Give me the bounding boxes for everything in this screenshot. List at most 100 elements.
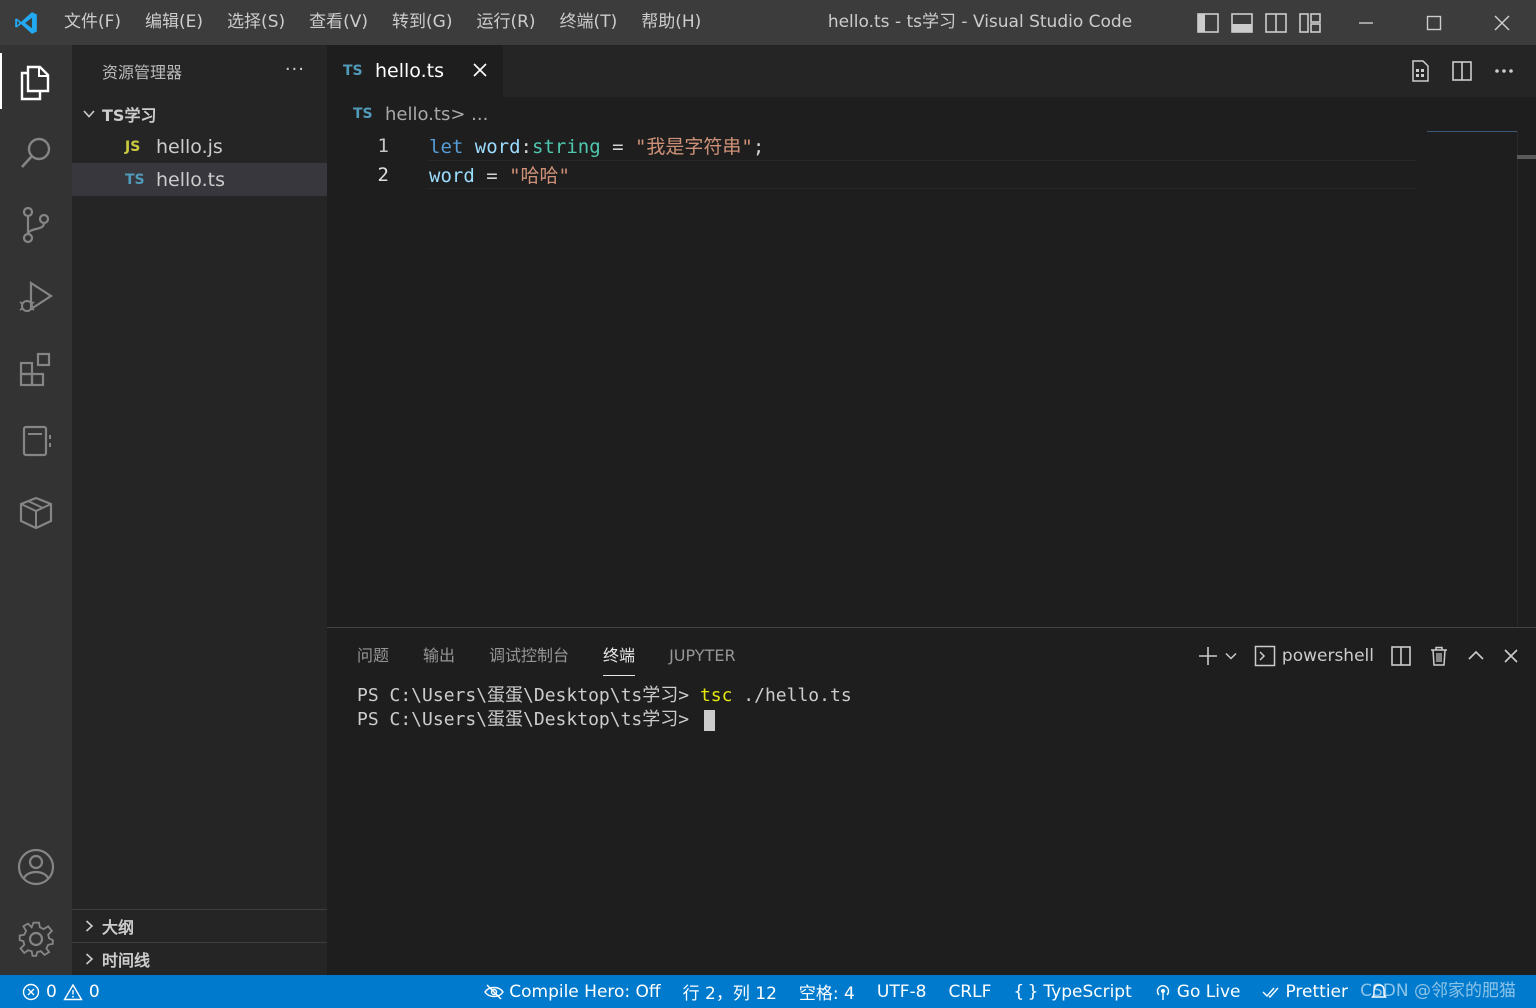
tab-terminal[interactable]: 终端 <box>603 628 636 684</box>
prettier-status[interactable]: Prettier <box>1262 982 1348 1002</box>
ts-file-icon: TS <box>125 171 145 188</box>
maximize-icon[interactable] <box>1400 0 1468 45</box>
split-editor-icon[interactable] <box>1450 59 1474 83</box>
language-mode[interactable]: { } TypeScript <box>1013 982 1131 1002</box>
breadcrumb-file[interactable]: hello.ts <box>385 104 450 125</box>
eol-status[interactable]: CRLF <box>948 982 991 1002</box>
extensions-icon[interactable] <box>14 347 58 391</box>
eye-off-icon <box>484 984 505 999</box>
folder-label: TS学习 <box>102 105 157 125</box>
code-text: let word:string = "我是字符串"; <box>429 136 765 158</box>
code-line: 2 word = "哈哈" <box>327 160 1417 189</box>
menu-go[interactable]: 转到(G) <box>380 0 464 45</box>
editor-tab-bar: TS hello.ts <box>327 45 1536 97</box>
new-terminal-icon[interactable] <box>1196 642 1220 670</box>
run-debug-icon[interactable] <box>14 275 58 319</box>
close-tab-icon[interactable] <box>469 59 491 81</box>
folder-ts-study[interactable]: TS学习 <box>72 97 327 130</box>
panel-tabs: 问题 输出 调试控制台 终端 JUPYTER <box>357 628 736 684</box>
search-icon[interactable] <box>14 131 58 175</box>
explorer-sidebar: 资源管理器 ··· TS学习 JS hello.js TS hello.ts 大… <box>72 45 327 975</box>
close-panel-icon[interactable] <box>1502 642 1520 670</box>
line-number: 2 <box>377 163 389 186</box>
error-count: 0 <box>46 981 57 1002</box>
more-actions-icon[interactable] <box>1492 59 1516 83</box>
tab-hello-ts[interactable]: TS hello.ts <box>327 45 503 97</box>
terminal-selector[interactable]: powershell <box>1254 642 1374 670</box>
code-text: word = "哈哈" <box>429 165 570 187</box>
split-terminal-icon[interactable] <box>1390 642 1412 670</box>
scrollbar-slider[interactable] <box>1517 155 1536 159</box>
error-icon <box>22 983 40 1000</box>
window-controls <box>1332 0 1536 45</box>
activity-bar <box>0 45 72 975</box>
menu-selection[interactable]: 选择(S) <box>215 0 297 45</box>
ts-file-icon: TS <box>343 63 363 79</box>
file-hello-js[interactable]: JS hello.js <box>72 130 327 163</box>
code-editor[interactable]: 1 let word:string = "我是字符串"; 2 word = "哈… <box>327 131 1517 626</box>
menu-run[interactable]: 运行(R) <box>464 0 547 45</box>
menu-bar: 文件(F) 编辑(E) 选择(S) 查看(V) 转到(G) 运行(R) 终端(T… <box>52 0 713 45</box>
toggle-secondary-sidebar-icon[interactable] <box>1264 12 1288 34</box>
explorer-icon[interactable] <box>14 59 58 103</box>
customize-layout-icon[interactable] <box>1298 12 1322 34</box>
breadcrumb-more[interactable]: > ... <box>450 104 488 125</box>
remote-explorer-icon[interactable] <box>14 419 58 463</box>
file-hello-ts[interactable]: TS hello.ts <box>72 163 327 196</box>
terminal-line: PS C:\Users\蛋蛋\Desktop\ts学习> <box>357 708 852 732</box>
braces-icon: { } <box>1013 981 1039 1002</box>
menu-edit[interactable]: 编辑(E) <box>133 0 215 45</box>
title-bar: 文件(F) 编辑(E) 选择(S) 查看(V) 转到(G) 运行(R) 终端(T… <box>0 0 1536 45</box>
more-actions-icon[interactable]: ··· <box>285 59 305 80</box>
tab-output[interactable]: 输出 <box>423 628 455 684</box>
layout-controls <box>1196 0 1322 45</box>
js-file-icon: JS <box>125 138 141 155</box>
menu-help[interactable]: 帮助(H) <box>629 0 713 45</box>
minimize-icon[interactable] <box>1332 0 1400 45</box>
minimap[interactable] <box>1427 131 1517 132</box>
toggle-panel-icon[interactable] <box>1230 12 1254 34</box>
menu-terminal[interactable]: 终端(T) <box>548 0 630 45</box>
terminal-output[interactable]: PS C:\Users\蛋蛋\Desktop\ts学习> tsc ./hello… <box>357 684 852 732</box>
editor-scrollbar[interactable] <box>1517 131 1536 626</box>
gear-icon[interactable] <box>14 917 58 961</box>
menu-file[interactable]: 文件(F) <box>52 0 133 45</box>
editor-actions <box>1408 59 1516 83</box>
window-title: hello.ts - ts学习 - Visual Studio Code <box>827 12 1133 32</box>
maximize-panel-icon[interactable] <box>1466 642 1486 670</box>
code-line: 1 let word:string = "我是字符串"; <box>327 131 1417 160</box>
chevron-down-icon <box>80 105 98 123</box>
outline-section[interactable]: 大纲 <box>72 909 327 942</box>
tab-debug-console[interactable]: 调试控制台 <box>489 628 569 684</box>
encoding-status[interactable]: UTF-8 <box>877 982 927 1002</box>
terminal-icon <box>1254 645 1276 667</box>
tab-problems[interactable]: 问题 <box>357 628 389 684</box>
menu-view[interactable]: 查看(V) <box>297 0 380 45</box>
chevron-right-icon <box>80 950 98 968</box>
toggle-primary-sidebar-icon[interactable] <box>1196 12 1220 34</box>
terminal-cursor <box>703 709 715 731</box>
terminal-line: PS C:\Users\蛋蛋\Desktop\ts学习> tsc ./hello… <box>357 685 852 706</box>
close-window-icon[interactable] <box>1468 0 1536 45</box>
ts-file-icon: TS <box>353 106 373 122</box>
source-control-icon[interactable] <box>14 203 58 247</box>
line-number: 1 <box>377 134 389 157</box>
chevron-right-icon <box>80 917 98 935</box>
go-live-button[interactable]: Go Live <box>1154 982 1240 1002</box>
package-box-icon[interactable] <box>14 491 58 535</box>
problems-status[interactable]: 0 0 <box>22 975 100 1008</box>
explorer-title: 资源管理器 <box>102 63 183 82</box>
trash-icon[interactable] <box>1428 642 1450 670</box>
cursor-position[interactable]: 行 2，列 12 <box>683 979 777 1004</box>
compile-hero-status[interactable]: Compile Hero: Off <box>484 982 661 1002</box>
account-icon[interactable] <box>14 845 58 889</box>
terminal-name: powershell <box>1281 646 1374 666</box>
indentation-status[interactable]: 空格: 4 <box>799 979 855 1004</box>
chevron-down-icon[interactable] <box>1224 642 1238 670</box>
open-preview-icon[interactable] <box>1408 59 1432 83</box>
status-bar: 0 0 Compile Hero: Off 行 2，列 12 空格: 4 UTF… <box>0 975 1536 1008</box>
warning-count: 0 <box>88 981 100 1002</box>
bottom-panel: 问题 输出 调试控制台 终端 JUPYTER powershell PS C:\… <box>327 627 1536 975</box>
tab-jupyter[interactable]: JUPYTER <box>669 628 736 684</box>
timeline-section[interactable]: 时间线 <box>72 942 327 975</box>
